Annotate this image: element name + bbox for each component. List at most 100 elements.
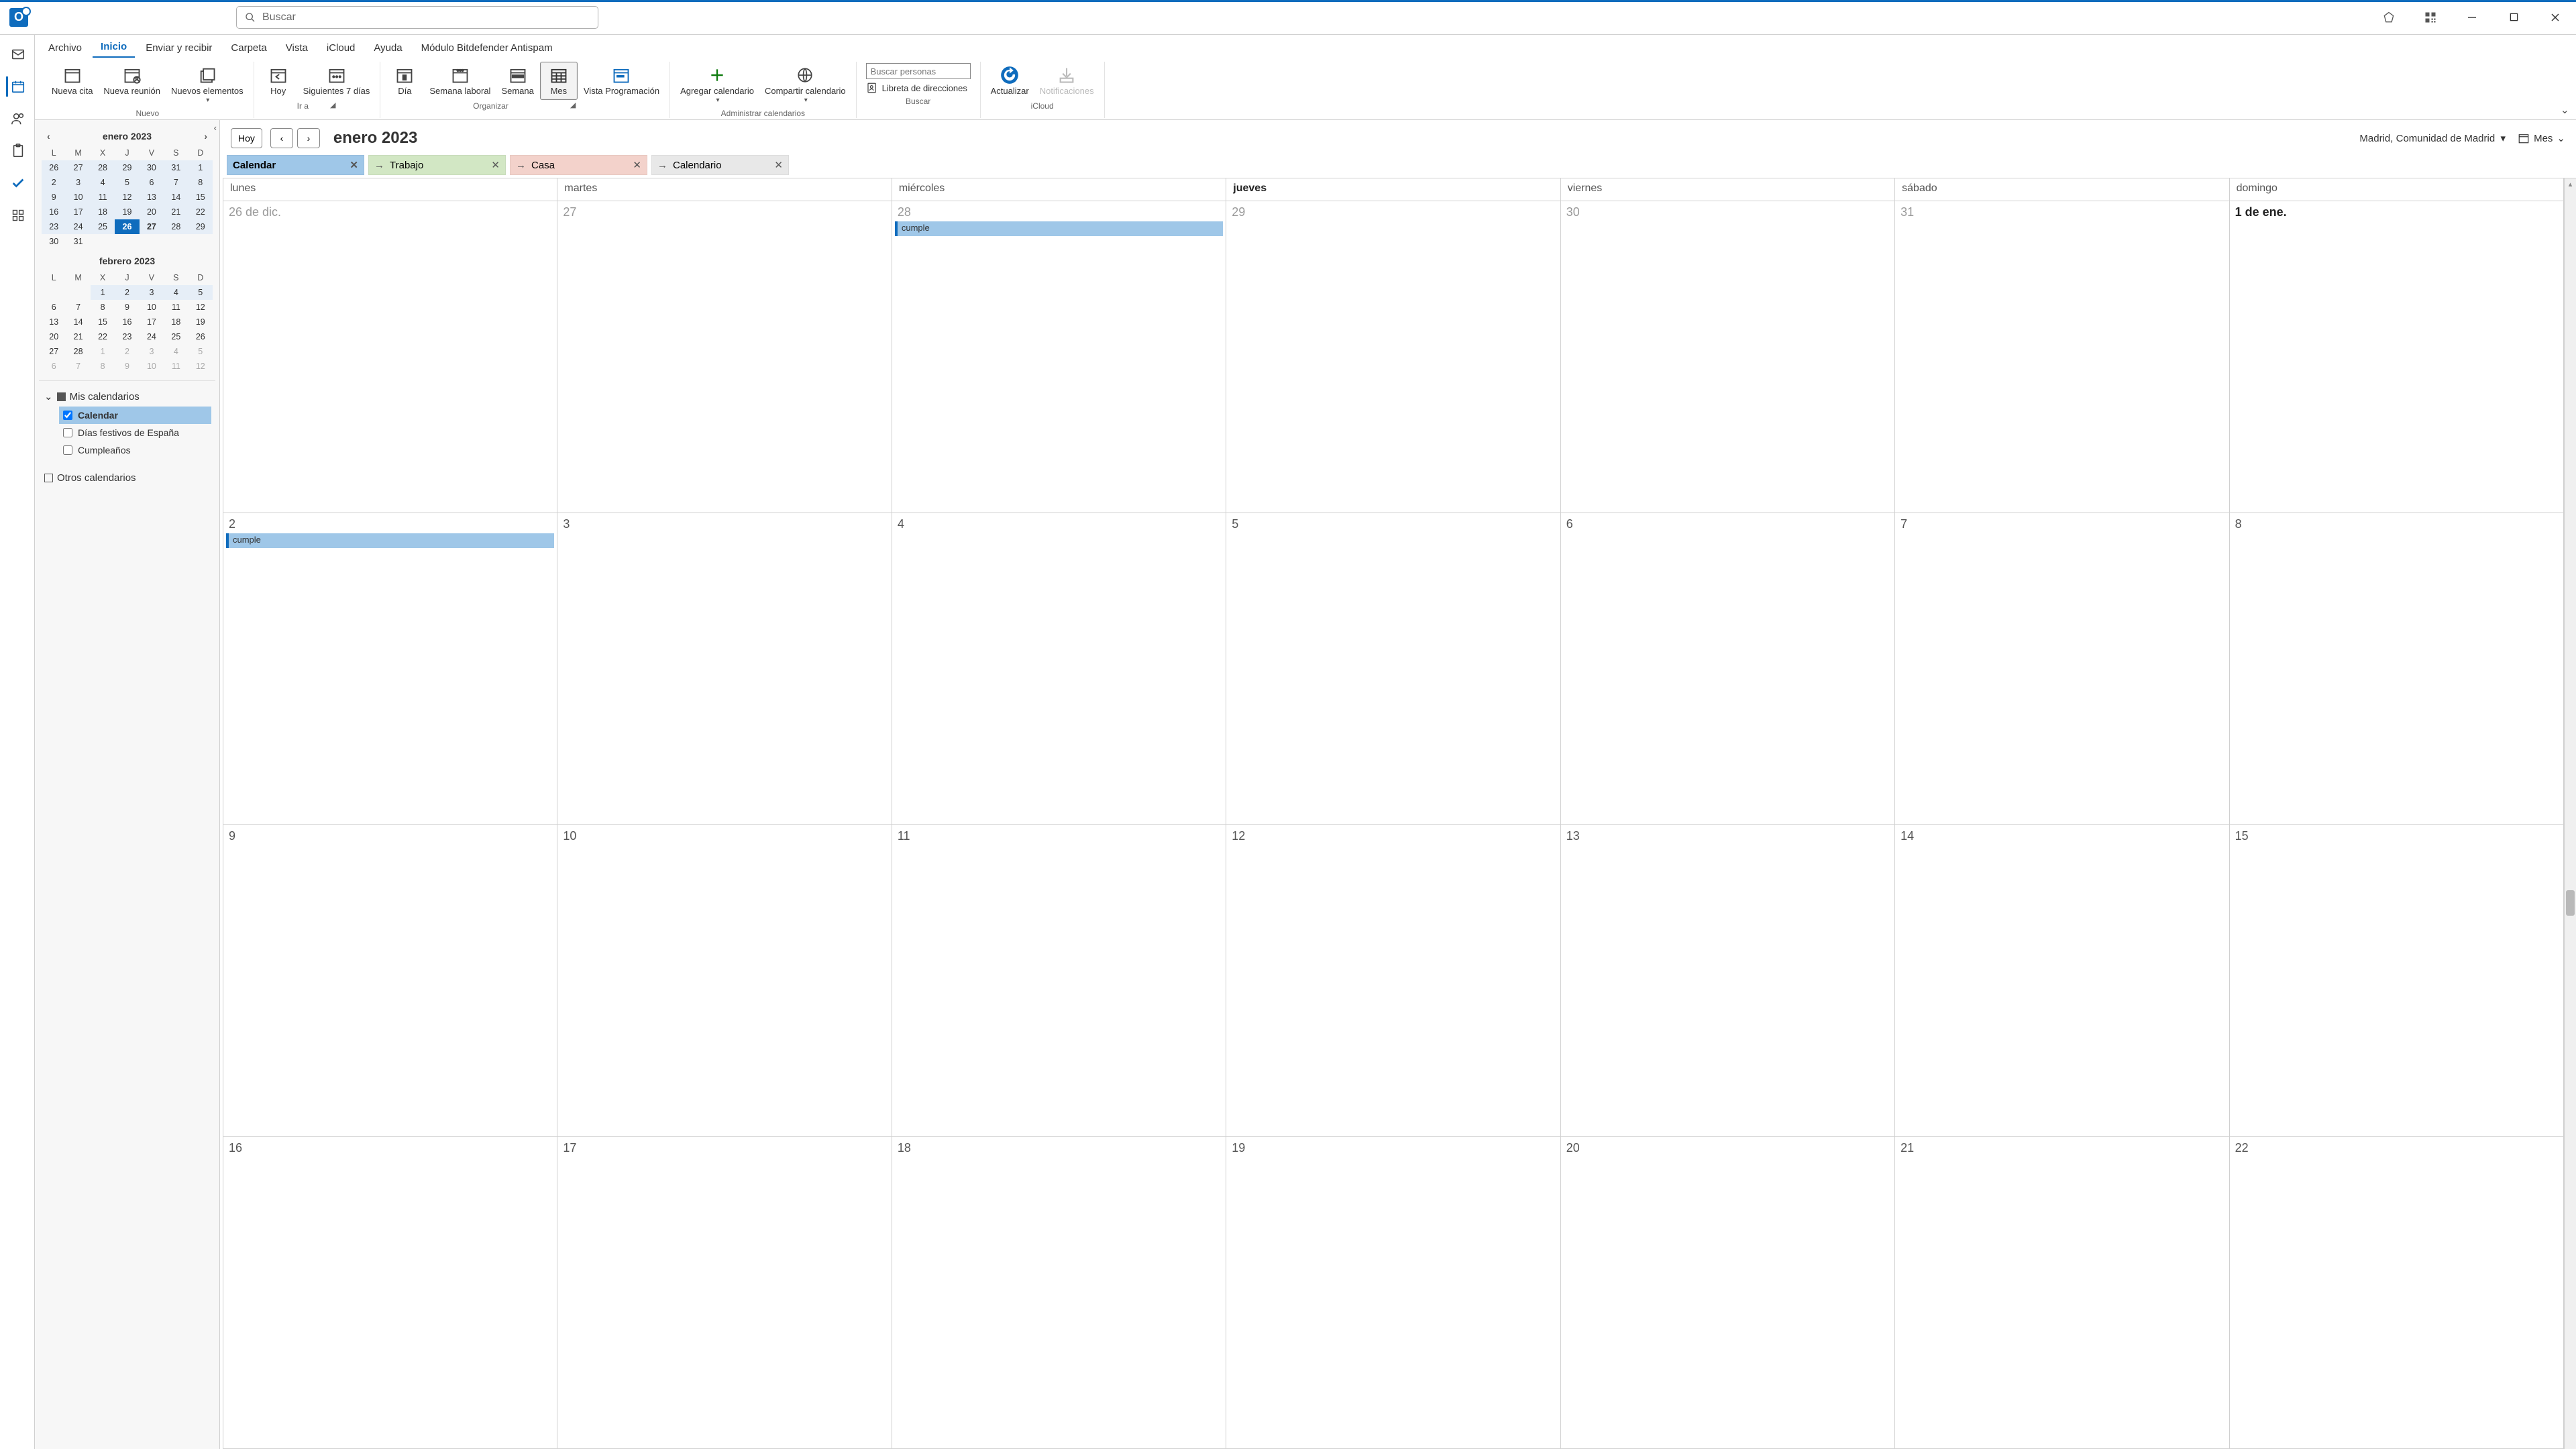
day-cell[interactable]: 9 <box>223 825 557 1137</box>
day-cell[interactable]: 12 <box>1226 825 1560 1137</box>
mini-day-cell[interactable]: 4 <box>164 285 188 300</box>
day-view-button[interactable]: Día <box>386 62 423 100</box>
mini-day-cell[interactable]: 5 <box>115 175 139 190</box>
day-cell[interactable]: 22 <box>2230 1137 2564 1449</box>
menu-ayuda[interactable]: Ayuda <box>366 38 410 58</box>
mini-day-cell[interactable]: 16 <box>115 315 139 329</box>
day-cell[interactable]: 30 <box>1561 201 1895 513</box>
next7days-button[interactable]: Siguientes 7 días <box>299 62 375 100</box>
mini-day-cell[interactable]: 3 <box>140 285 164 300</box>
new-items-button[interactable]: Nuevos elementos <box>166 62 248 107</box>
window-close-button[interactable] <box>2544 6 2567 29</box>
mini-day-cell[interactable]: 20 <box>42 329 66 344</box>
calendar-rail-icon[interactable] <box>6 76 26 97</box>
day-cell[interactable]: 2cumple <box>223 513 557 825</box>
mini-day-cell[interactable]: 9 <box>42 190 66 205</box>
mini-day-cell[interactable]: 25 <box>164 329 188 344</box>
mini-day-cell[interactable]: 2 <box>115 344 139 359</box>
new-appointment-button[interactable]: Nueva cita <box>47 62 97 107</box>
mini-day-cell[interactable]: 5 <box>189 285 213 300</box>
mini-day-cell[interactable]: 2 <box>42 175 66 190</box>
today-button[interactable]: Hoy <box>260 62 297 100</box>
mini-day-cell[interactable]: 8 <box>189 175 213 190</box>
mini-day-cell[interactable]: 28 <box>66 344 90 359</box>
search-people-input[interactable] <box>866 63 971 79</box>
my-calendars-section[interactable]: ⌄ Mis calendarios <box>43 386 211 407</box>
mini-day-cell[interactable]: 10 <box>66 190 90 205</box>
mini-day-cell[interactable]: 30 <box>42 234 66 249</box>
mini-day-cell[interactable]: 15 <box>91 315 115 329</box>
mini-day-cell[interactable]: 26 <box>189 329 213 344</box>
close-tab-icon[interactable]: ✕ <box>491 159 500 171</box>
menu-módulo-bitdefender-antispam[interactable]: Módulo Bitdefender Antispam <box>413 38 561 58</box>
day-cell[interactable]: 19 <box>1226 1137 1560 1449</box>
menu-carpeta[interactable]: Carpeta <box>223 38 274 58</box>
share-calendar-button[interactable]: Compartir calendario <box>760 62 851 107</box>
mini-day-cell[interactable]: 30 <box>140 160 164 175</box>
day-cell[interactable]: 31 <box>1895 201 2229 513</box>
mini-day-cell[interactable]: 22 <box>91 329 115 344</box>
day-cell[interactable]: 15 <box>2230 825 2564 1137</box>
day-cell[interactable]: 28cumple <box>892 201 1226 513</box>
day-cell[interactable]: 26 de dic. <box>223 201 557 513</box>
prev-month-icon[interactable]: ‹ <box>43 129 54 143</box>
mini-day-cell[interactable]: 8 <box>91 300 115 315</box>
collapse-nav-icon[interactable]: ‹ <box>214 123 217 133</box>
add-calendar-button[interactable]: Agregar calendario <box>676 62 759 107</box>
refresh-button[interactable]: Actualizar <box>986 62 1034 100</box>
mini-day-cell[interactable]: 29 <box>115 160 139 175</box>
mini-day-cell[interactable]: 22 <box>189 205 213 219</box>
people-rail-icon[interactable] <box>6 109 26 129</box>
menu-archivo[interactable]: Archivo <box>40 38 90 58</box>
mini-day-cell[interactable]: 26 <box>42 160 66 175</box>
view-picker[interactable]: Mes ⌄ <box>2518 132 2565 144</box>
other-calendars-section[interactable]: Otros calendarios <box>43 468 211 488</box>
mini-day-cell[interactable]: 24 <box>140 329 164 344</box>
mini-day-cell[interactable]: 17 <box>66 205 90 219</box>
calendar-checkbox[interactable] <box>63 411 72 420</box>
scroll-up-icon[interactable]: ▴ <box>2565 180 2576 189</box>
mini-day-cell[interactable]: 12 <box>189 300 213 315</box>
scroll-thumb[interactable] <box>2566 890 2575 916</box>
mini-day-cell[interactable]: 13 <box>42 315 66 329</box>
calendar-tab[interactable]: Calendar✕ <box>227 155 364 175</box>
day-cell[interactable]: 13 <box>1561 825 1895 1137</box>
workweek-view-button[interactable]: Semana laboral <box>425 62 495 100</box>
mini-day-cell[interactable]: 17 <box>140 315 164 329</box>
today-nav-button[interactable]: Hoy <box>231 128 262 148</box>
ribbon-collapse-icon[interactable]: ⌄ <box>2561 103 2569 117</box>
mini-day-cell[interactable]: 2 <box>115 285 139 300</box>
day-cell[interactable]: 1 de ene. <box>2230 201 2564 513</box>
dialog-launcher-icon[interactable]: ◢ <box>329 101 337 111</box>
mini-day-cell[interactable]: 24 <box>66 219 90 234</box>
mini-day-cell[interactable]: 20 <box>140 205 164 219</box>
day-cell[interactable]: 5 <box>1226 513 1560 825</box>
calendar-list-item[interactable]: Cumpleaños <box>59 441 211 459</box>
mini-day-cell[interactable]: 18 <box>91 205 115 219</box>
day-cell[interactable]: 18 <box>892 1137 1226 1449</box>
mini-day-cell[interactable]: 26 <box>115 219 139 234</box>
mini-day-cell[interactable]: 19 <box>189 315 213 329</box>
location-picker[interactable]: Madrid, Comunidad de Madrid ▾ <box>2359 132 2506 144</box>
month-grid[interactable]: lunesmartesmiércolesjuevesviernessábadod… <box>223 178 2564 1449</box>
mini-day-cell[interactable]: 6 <box>42 300 66 315</box>
day-cell[interactable]: 7 <box>1895 513 2229 825</box>
vertical-scrollbar[interactable]: ▴ <box>2564 178 2576 1449</box>
day-cell[interactable]: 16 <box>223 1137 557 1449</box>
mini-day-cell[interactable]: 3 <box>140 344 164 359</box>
mini-day-cell[interactable]: 6 <box>140 175 164 190</box>
mini-day-cell[interactable]: 11 <box>91 190 115 205</box>
day-cell[interactable]: 3 <box>557 513 892 825</box>
mini-day-cell[interactable]: 19 <box>115 205 139 219</box>
calendar-tab[interactable]: →Calendario✕ <box>651 155 789 175</box>
mini-day-cell[interactable]: 15 <box>189 190 213 205</box>
apps-rail-icon[interactable] <box>6 205 26 225</box>
mini-day-cell[interactable]: 23 <box>115 329 139 344</box>
todo-rail-icon[interactable] <box>6 173 26 193</box>
mini-day-cell[interactable]: 14 <box>66 315 90 329</box>
calendar-list-item[interactable]: Días festivos de España <box>59 424 211 441</box>
mini-day-cell[interactable]: 27 <box>42 344 66 359</box>
checkbox-icon[interactable] <box>44 474 53 482</box>
mini-day-cell[interactable]: 7 <box>164 175 188 190</box>
mini-day-cell[interactable]: 28 <box>91 160 115 175</box>
